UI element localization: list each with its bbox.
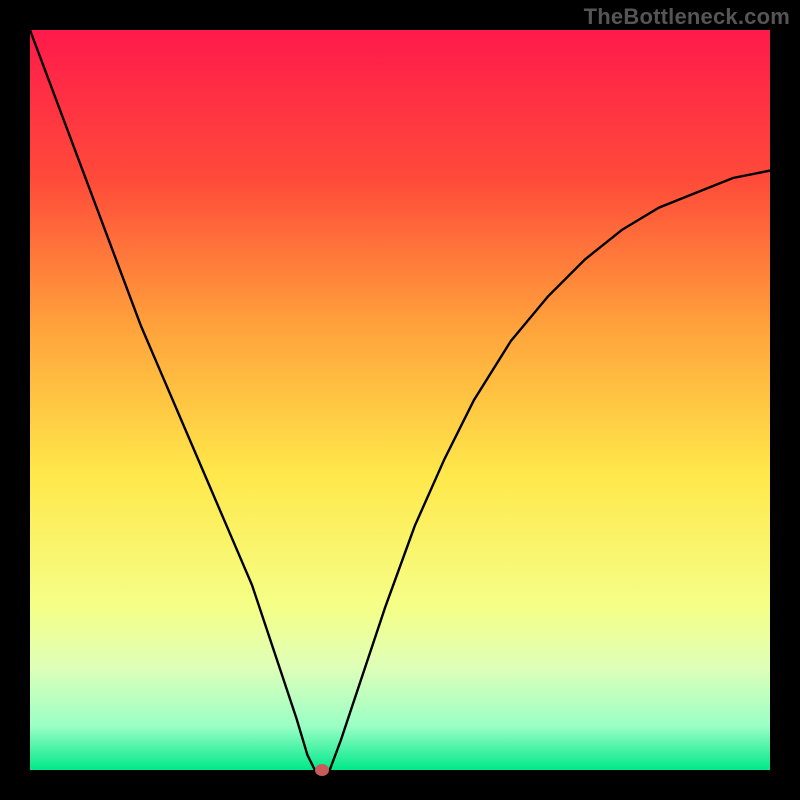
chart-stage: TheBottleneck.com [0, 0, 800, 800]
watermark-text: TheBottleneck.com [584, 4, 790, 30]
plot-area [30, 30, 770, 770]
minimum-marker [315, 764, 329, 776]
curve-line [30, 30, 770, 770]
